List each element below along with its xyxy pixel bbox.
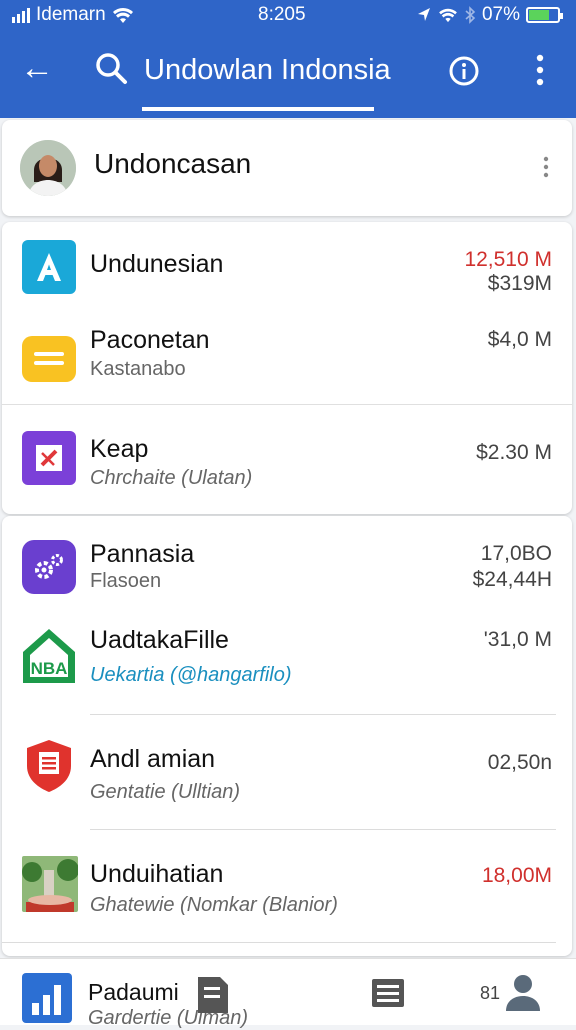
item-title: Undunesian	[90, 250, 224, 278]
bar-chart-icon[interactable]	[22, 973, 72, 1023]
list-item[interactable]: Keap Chrchaite (Ulatan) $2.30 M	[2, 405, 572, 513]
svg-text:NBA: NBA	[31, 659, 68, 678]
list-item[interactable]: Andl amian Gentatie (Ulltian) 02,50n	[2, 715, 572, 829]
status-bar: Idemarn 8:205 07%	[0, 2, 576, 28]
item-subtitle: Chrchaite (Ulatan)	[90, 467, 253, 489]
item-secondary-value: $319M	[487, 272, 552, 295]
list-item[interactable]: Undunesian 12,510 M $319M	[2, 222, 572, 312]
document-icon[interactable]	[194, 973, 232, 1017]
item-subtitle: Uekartia (@hangarfilo)	[90, 664, 292, 686]
gears-icon	[22, 540, 76, 594]
bottom-navigation: Padaumi Gardertie (Ulman) 81	[0, 958, 576, 1029]
person-photo-icon	[20, 140, 76, 196]
house-nba-icon: NBA	[20, 626, 78, 686]
item-title: Andl amian	[90, 745, 216, 773]
item-value: $2.30 M	[476, 441, 552, 464]
bluetooth-icon	[465, 6, 476, 24]
list-item[interactable]: Pannasia Flasoen 17,0BO $24,44H	[2, 516, 572, 606]
item-title: Paconetan	[90, 326, 210, 354]
list-item[interactable]: NBA UadtakaFille Uekartia (@hangarfilo) …	[2, 606, 572, 714]
more-vert-icon[interactable]	[530, 52, 550, 88]
item-value: 02,50n	[487, 751, 552, 774]
item-title: Keap	[90, 435, 149, 463]
landscape-icon	[22, 856, 78, 912]
list-icon[interactable]	[370, 975, 406, 1011]
info-icon[interactable]	[448, 55, 480, 87]
search-underline	[142, 107, 374, 111]
top-app-bar: Idemarn 8:205 07% ← Undowlan Indonsia	[0, 0, 576, 118]
bottom-item-title: Padaumi	[88, 979, 179, 1005]
item-value: 17,0BO	[480, 542, 552, 565]
equals-icon	[22, 336, 76, 382]
nav-badge-number: 81	[480, 983, 501, 1003]
list-group-1: Undunesian 12,510 M $319M Paconetan Kast…	[2, 222, 572, 514]
app-toolbar: ← Undowlan Indonsia	[0, 40, 576, 102]
item-value: 18,00M	[481, 864, 552, 887]
back-arrow-icon[interactable]: ←	[20, 48, 54, 88]
avatar[interactable]	[20, 140, 76, 196]
battery-percent: 07%	[481, 4, 520, 25]
item-subtitle: Gentatie (Ulltian)	[90, 781, 241, 803]
location-icon	[417, 8, 430, 21]
pencil-x-icon	[22, 431, 76, 485]
list-group-2: Pannasia Flasoen 17,0BO $24,44H NBA Uadt…	[2, 516, 572, 956]
battery-icon	[526, 7, 563, 23]
search-icon[interactable]	[94, 51, 128, 85]
wifi-icon	[112, 8, 133, 23]
item-subtitle: Flasoen	[90, 570, 162, 592]
item-title: Pannasia	[90, 540, 195, 568]
page-title: Undowlan Indonsia	[144, 54, 391, 86]
carrier-label: Idemarn	[36, 4, 106, 25]
item-subtitle: Kastanabo	[90, 358, 186, 380]
item-secondary-value: $24,44H	[472, 568, 552, 591]
list-item[interactable]: Unduihatian Ghatewie (Nomkar (Blanior) 1…	[2, 830, 572, 942]
item-value: 12,510 M	[464, 248, 552, 271]
item-title: Unduihatian	[90, 860, 224, 888]
list-item[interactable]: Paconetan Kastanabo $4,0 M	[2, 312, 572, 404]
more-vert-icon[interactable]	[540, 156, 552, 178]
item-value: $4,0 M	[487, 328, 552, 351]
a-letter-icon	[22, 240, 76, 294]
item-subtitle: Ghatewie (Nomkar (Blanior)	[90, 894, 338, 916]
signal-icon	[12, 7, 30, 23]
item-title: UadtakaFille	[90, 626, 229, 654]
item-value: '31,0 M	[483, 628, 552, 651]
clock: 8:205	[258, 4, 306, 25]
profile-name: Undoncasan	[94, 148, 252, 179]
profile-card[interactable]: Undoncasan	[2, 120, 572, 216]
shield-icon	[22, 739, 76, 793]
divider	[2, 942, 556, 943]
person-icon[interactable]	[502, 971, 544, 1013]
wifi-icon	[439, 8, 457, 23]
